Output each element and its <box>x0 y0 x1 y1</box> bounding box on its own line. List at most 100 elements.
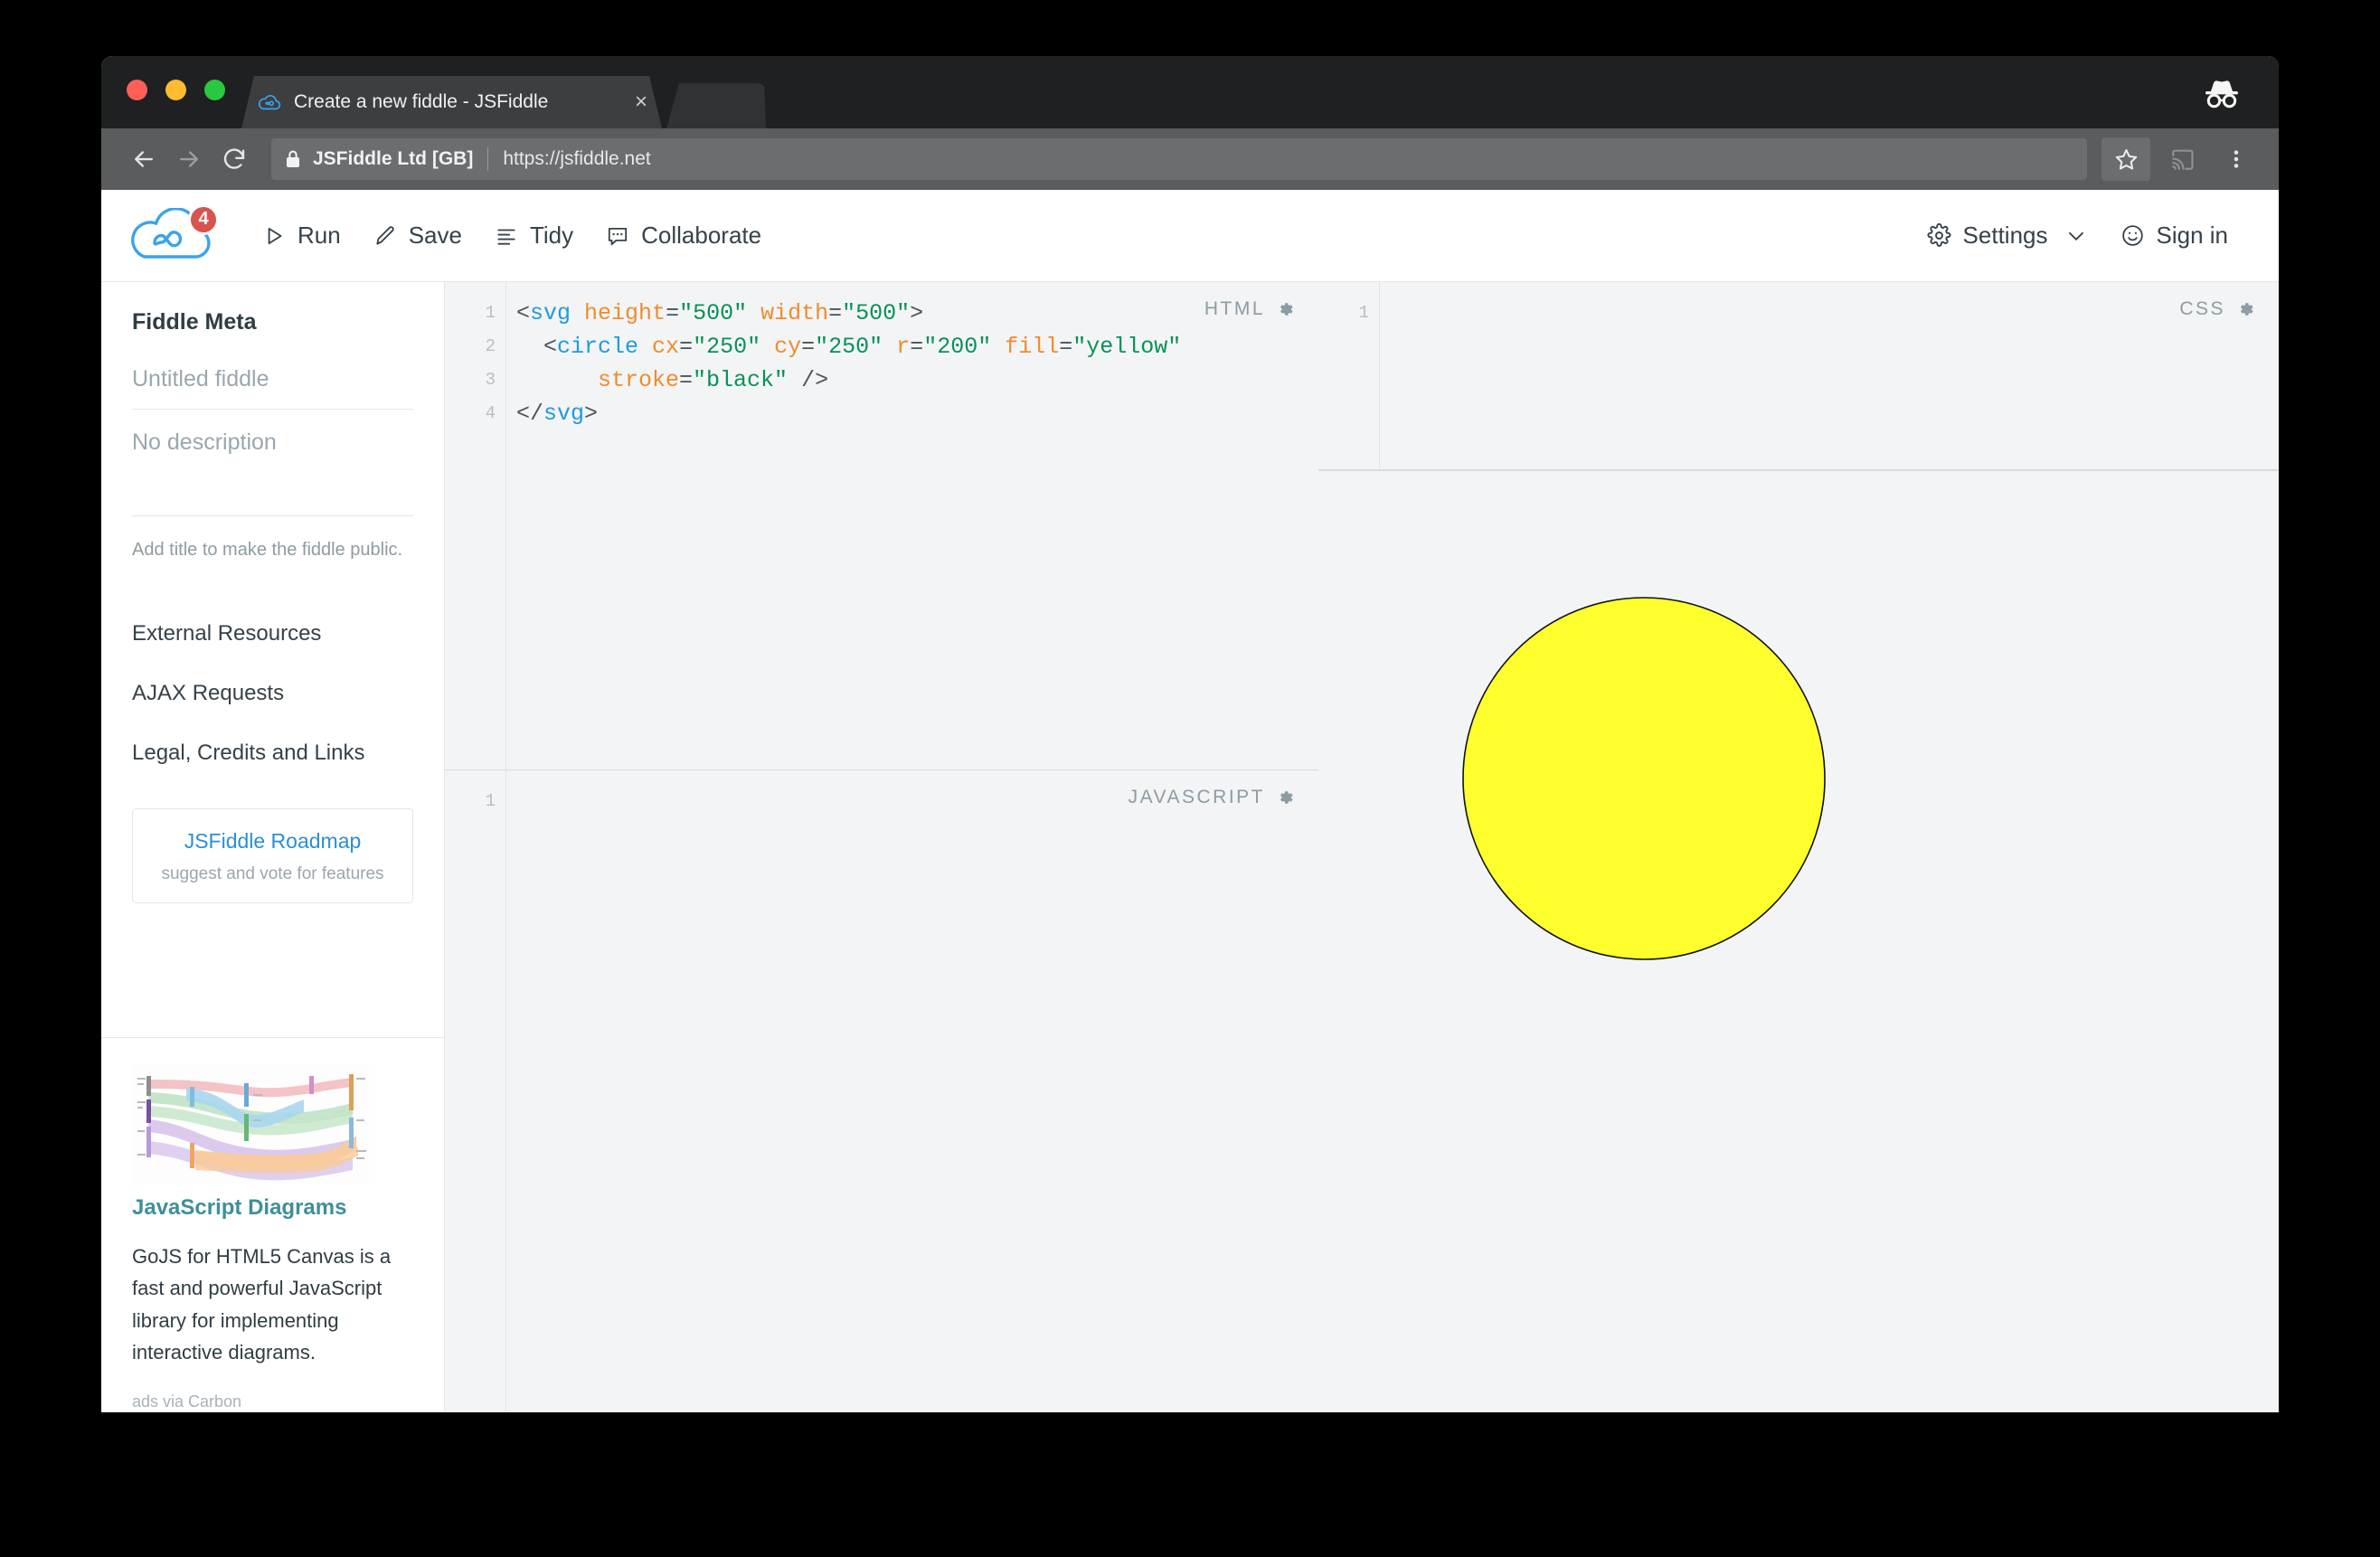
code-token-punct: > <box>584 401 598 427</box>
fiddle-public-hint: Add title to make the fiddle public. <box>132 536 413 564</box>
html-editor-panel[interactable]: HTML 1234 <svg height="500" width="500">… <box>445 282 1318 770</box>
code-token-str: "500" <box>842 300 910 326</box>
app-toolbar: 4 Run Save <box>101 190 2279 282</box>
code-token-attr: stroke <box>598 367 679 393</box>
window-controls <box>127 80 225 100</box>
css-panel-header: CSS <box>2179 298 2255 320</box>
sign-in-button[interactable]: Sign in <box>2104 209 2245 263</box>
code-token-punct: /> <box>788 367 828 393</box>
maximize-window-button[interactable] <box>204 80 225 100</box>
browser-nav-toolbar: JSFiddle Ltd [GB] https://jsfiddle.net <box>101 128 2279 190</box>
code-token-attr: cx <box>652 334 679 360</box>
pencil-icon <box>373 224 397 248</box>
code-token-punct <box>991 334 1005 360</box>
code-token-attr: height <box>584 300 666 326</box>
html-code-area[interactable]: <svg height="500" width="500"> <circle c… <box>507 282 1318 769</box>
three-dot-menu-icon[interactable] <box>2214 137 2259 181</box>
sidebar-item-ajax-requests[interactable]: AJAX Requests <box>132 664 413 723</box>
roadmap-box[interactable]: JSFiddle Roadmap suggest and vote for fe… <box>132 808 413 903</box>
code-token-punct: = <box>666 300 679 326</box>
collaborate-button[interactable]: Collaborate <box>590 209 778 263</box>
sidebar: Fiddle Meta Untitled fiddle No descripti… <box>101 282 445 1411</box>
fiddle-description-input[interactable]: No description <box>132 429 413 516</box>
browser-tab-active[interactable]: Create a new fiddle - JSFiddle × <box>241 76 662 128</box>
minimize-window-button[interactable] <box>165 80 186 100</box>
line-number: 4 <box>445 397 505 430</box>
code-token-punct <box>638 334 652 360</box>
fiddle-title-input[interactable]: Untitled fiddle <box>132 366 413 410</box>
code-token-punct: = <box>801 334 815 360</box>
browser-title-bar: Create a new fiddle - JSFiddle × <box>101 56 2279 128</box>
carbon-ad[interactable]: JavaScript Diagrams GoJS for HTML5 Canva… <box>101 1037 444 1412</box>
app-body: Fiddle Meta Untitled fiddle No descripti… <box>101 282 2279 1411</box>
smiley-face-icon <box>2120 223 2145 248</box>
roadmap-link[interactable]: JSFiddle Roadmap <box>142 829 403 854</box>
jsfiddle-logo[interactable]: 4 <box>125 208 215 264</box>
jsfiddle-app: 4 Run Save <box>101 190 2279 1412</box>
html-panel-label: HTML <box>1204 298 1265 320</box>
sidebar-item-external-resources[interactable]: External Resources <box>132 604 413 664</box>
preview-circle <box>1463 598 1825 959</box>
html-panel-header: HTML <box>1204 298 1295 320</box>
code-token-punct: = <box>679 334 693 360</box>
fiddle-meta-section: Fiddle Meta Untitled fiddle No descripti… <box>101 282 444 903</box>
code-token-str: "yellow" <box>1072 334 1181 360</box>
result-preview-panel <box>1318 470 2279 1411</box>
code-token-punct: < <box>516 334 557 360</box>
code-token-punct: > <box>910 300 923 326</box>
tidy-lines-icon <box>495 224 518 248</box>
rendered-svg-circle <box>1418 552 1870 1005</box>
code-token-punct: = <box>910 334 923 360</box>
code-line: <circle cx="250" cy="250" r="200" fill="… <box>516 330 1318 363</box>
browser-tab-inactive[interactable] <box>666 83 766 128</box>
bookmark-star-icon[interactable] <box>2101 137 2150 181</box>
gear-icon[interactable] <box>2236 300 2255 319</box>
reload-icon[interactable] <box>212 137 257 182</box>
address-bar[interactable]: JSFiddle Ltd [GB] https://jsfiddle.net <box>271 138 2087 180</box>
forward-arrow-icon[interactable] <box>166 137 212 182</box>
code-token-punct: = <box>828 300 842 326</box>
close-window-button[interactable] <box>127 80 147 100</box>
close-tab-icon[interactable]: × <box>635 91 647 113</box>
run-button[interactable]: Run <box>246 209 357 263</box>
sidebar-item-legal-credits-links[interactable]: Legal, Credits and Links <box>132 723 413 783</box>
cast-icon[interactable] <box>2159 137 2205 181</box>
code-token-str: "500" <box>679 300 747 326</box>
save-label: Save <box>409 222 462 250</box>
site-identity-label: JSFiddle Ltd [GB] <box>313 148 473 170</box>
right-column: CSS 1 <box>1318 282 2279 1411</box>
chevron-down-icon[interactable] <box>2064 224 2088 248</box>
javascript-editor-panel[interactable]: JAVASCRIPT 1 <box>445 770 1318 1411</box>
sankey-diagram-thumbnail[interactable] <box>132 1063 369 1184</box>
sign-in-label: Sign in <box>2157 222 2229 250</box>
css-gutter: 1 <box>1318 282 1380 469</box>
settings-button[interactable]: Settings <box>1911 209 2104 263</box>
gear-icon[interactable] <box>1276 788 1295 807</box>
gear-icon <box>1927 223 1951 248</box>
ad-credit: ads via Carbon <box>132 1392 413 1411</box>
line-number: 1 <box>1318 297 1379 330</box>
back-arrow-icon[interactable] <box>121 137 166 182</box>
chat-bubble-icon <box>606 224 629 248</box>
javascript-panel-label: JAVASCRIPT <box>1129 787 1265 808</box>
code-line: <svg height="500" width="500"> <box>516 297 1318 330</box>
ad-title[interactable]: JavaScript Diagrams <box>132 1195 413 1221</box>
css-code-area[interactable] <box>1381 282 2279 469</box>
line-number: 1 <box>445 785 505 818</box>
code-token-punct <box>760 334 774 360</box>
code-token-punct: < <box>516 300 530 326</box>
lock-icon <box>284 148 302 170</box>
line-number: 1 <box>445 297 505 330</box>
code-token-tag: svg <box>530 300 571 326</box>
css-editor-panel[interactable]: CSS 1 <box>1318 282 2279 470</box>
javascript-code-area[interactable] <box>507 770 1318 1411</box>
gear-icon[interactable] <box>1276 300 1295 319</box>
tidy-button[interactable]: Tidy <box>478 209 590 263</box>
code-token-punct: </ <box>516 401 543 427</box>
save-button[interactable]: Save <box>357 209 478 263</box>
code-line: stroke="black" /> <box>516 363 1318 397</box>
code-token-str: "200" <box>923 334 991 360</box>
code-token-attr: fill <box>1005 334 1059 360</box>
tidy-label: Tidy <box>530 222 573 250</box>
code-token-punct <box>516 367 598 393</box>
